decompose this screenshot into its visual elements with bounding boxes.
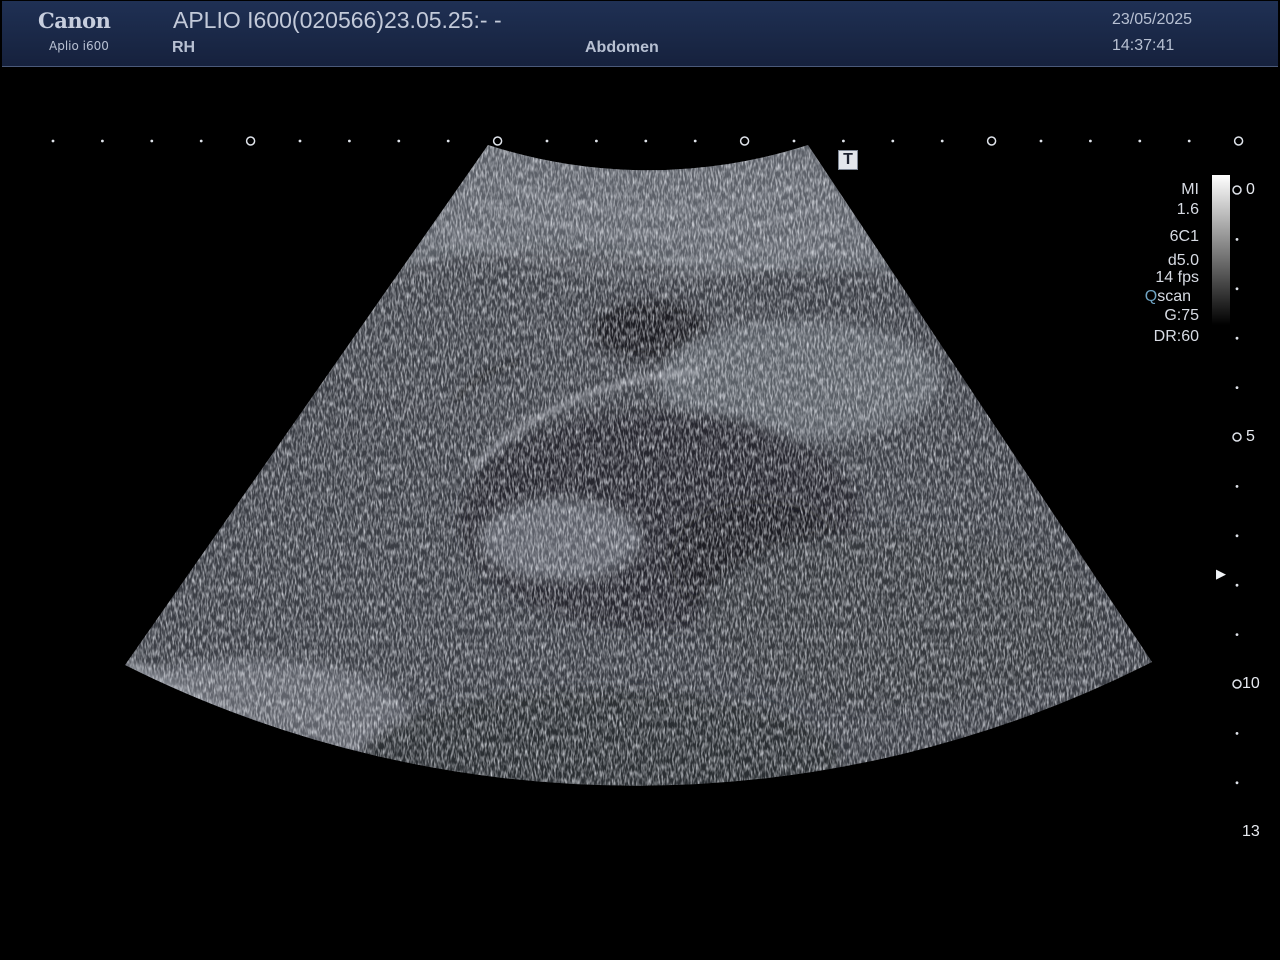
lateral-scale xyxy=(51,136,1244,146)
depth-label-10: 10 xyxy=(1242,675,1260,692)
depth-scale-minor-tick xyxy=(1235,386,1239,389)
depth-label-5: 5 xyxy=(1246,428,1255,445)
depth-scale-minor-tick xyxy=(1235,485,1239,488)
lateral-scale-minor-tick xyxy=(595,139,598,143)
probe-label: 6C1 xyxy=(1169,228,1199,245)
device-id-label: APLIO I600(020566)23.05.25:- - xyxy=(173,7,502,33)
qscan-label: Qscan xyxy=(1145,288,1191,306)
header-bar: Canon Aplio i600 APLIO I600(020566)23.05… xyxy=(2,1,1278,67)
lateral-scale-major-tick xyxy=(739,136,750,146)
depth-scale-major-tick xyxy=(1232,679,1242,689)
depth-scale-minor-tick xyxy=(1235,781,1239,785)
mi-label: MI xyxy=(1181,181,1199,198)
lateral-scale-minor-tick xyxy=(1089,139,1092,143)
depth-scale-minor-tick xyxy=(1235,534,1239,538)
depth-scale-major-tick xyxy=(1232,432,1242,442)
lateral-scale-major-tick xyxy=(492,136,503,146)
grayscale-bar xyxy=(1212,175,1230,325)
depth-scale-minor-tick xyxy=(1235,583,1239,587)
gain-value: G:75 xyxy=(1164,307,1199,324)
lateral-scale-major-tick xyxy=(1233,136,1244,146)
lateral-scale-minor-tick xyxy=(150,139,154,143)
qscan-q: Q xyxy=(1144,288,1158,305)
focus-marker-icon[interactable]: ▶ xyxy=(1216,566,1226,582)
text-annotation-button[interactable]: T xyxy=(838,150,858,170)
lateral-scale-major-tick xyxy=(986,136,997,146)
depth-scale-minor-tick xyxy=(1235,336,1239,340)
lateral-scale-minor-tick xyxy=(397,139,401,143)
side-label: RH xyxy=(172,39,196,56)
depth-value: d5.0 xyxy=(1167,252,1199,269)
lateral-scale-minor-tick xyxy=(1187,139,1191,143)
lateral-scale-minor-tick xyxy=(891,139,895,143)
dynamic-range-value: DR:60 xyxy=(1153,328,1199,345)
lateral-scale-minor-tick xyxy=(51,139,55,143)
lateral-scale-minor-tick xyxy=(1138,139,1142,143)
ultrasound-screen: Canon Aplio i600 APLIO I600(020566)23.05… xyxy=(0,0,1280,960)
time-label: 14:37:41 xyxy=(1112,37,1175,54)
lateral-scale-major-tick xyxy=(245,136,256,146)
depth-scale-major-tick xyxy=(1232,185,1242,195)
brand-logo: Canon xyxy=(38,8,111,33)
lateral-scale-minor-tick xyxy=(101,139,104,143)
frame-rate: 14 fps xyxy=(1155,269,1199,286)
lateral-scale-minor-tick xyxy=(545,139,549,143)
depth-scale xyxy=(1232,185,1242,785)
depth-scale-minor-tick xyxy=(1235,238,1239,241)
lateral-scale-minor-tick xyxy=(199,139,203,143)
depth-label-0: 0 xyxy=(1246,181,1255,198)
lateral-scale-minor-tick xyxy=(792,139,796,143)
date-label: 23/05/2025 xyxy=(1112,11,1193,28)
lateral-scale-minor-tick xyxy=(1039,139,1043,143)
lateral-scale-minor-tick xyxy=(298,139,302,143)
lateral-scale-minor-tick xyxy=(940,139,944,143)
depth-label-13: 13 xyxy=(1242,823,1260,840)
lateral-scale-minor-tick xyxy=(693,139,697,143)
model-label: Aplio i600 xyxy=(49,39,109,53)
mi-value: 1.6 xyxy=(1176,201,1199,218)
qscan-rest: scan xyxy=(1157,288,1191,305)
depth-scale-minor-tick xyxy=(1235,287,1239,291)
depth-scale-minor-tick xyxy=(1235,633,1239,636)
depth-scale-minor-tick xyxy=(1235,732,1239,735)
lateral-scale-minor-tick xyxy=(644,139,648,143)
lateral-scale-minor-tick xyxy=(348,139,351,143)
lateral-scale-minor-tick xyxy=(842,139,845,143)
lateral-scale-minor-tick xyxy=(446,139,450,143)
preset-label: Abdomen xyxy=(585,39,659,56)
ultrasound-image xyxy=(51,136,1244,786)
